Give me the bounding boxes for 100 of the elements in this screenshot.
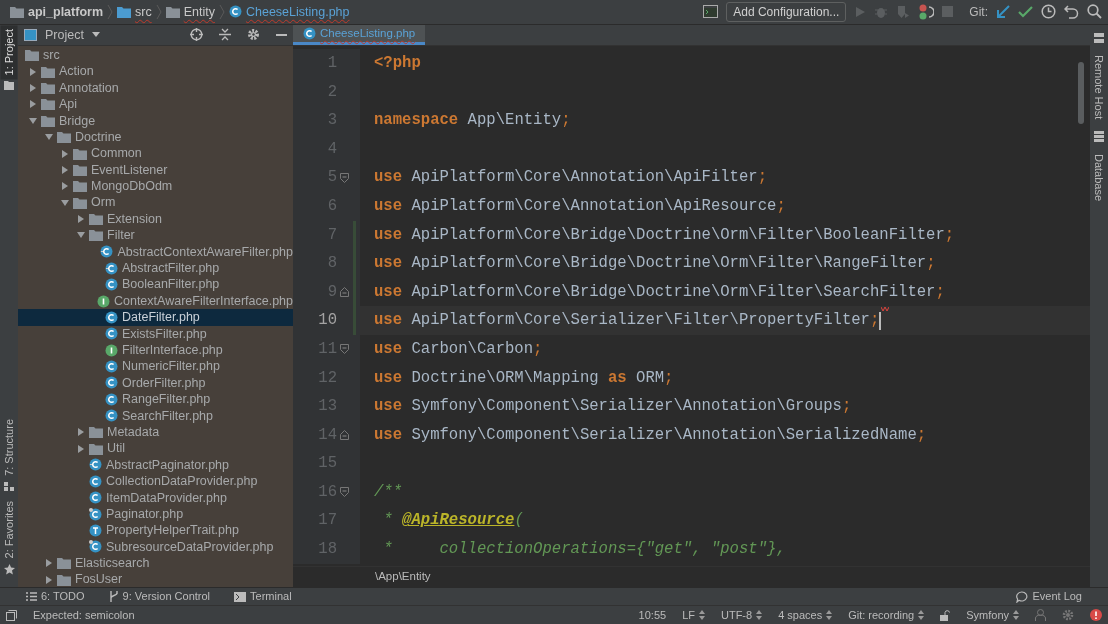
scrollbar-thumb[interactable]	[1078, 61, 1084, 124]
file-tree-item[interactable]: SubresourceDataProvider.php	[18, 538, 293, 556]
terminal-icon	[234, 591, 247, 602]
file-tree-item[interactable]: AbstractPaginator.php	[18, 456, 293, 474]
collapsed-arrow-icon[interactable]	[77, 215, 85, 224]
folder-tree-item[interactable]: MongoDbOdm	[18, 178, 293, 195]
chevron-icon	[155, 5, 162, 19]
file-tree-item[interactable]: AbstractContextAwareFilter.php	[18, 243, 293, 261]
folder-tree-item[interactable]: Api	[18, 96, 293, 113]
error-alert-icon[interactable]	[1090, 609, 1102, 621]
tool-window-button[interactable]: 6: TODO	[26, 588, 85, 605]
breadcrumb-item[interactable]: src	[135, 2, 152, 22]
fold-marker-icon[interactable]	[339, 344, 349, 355]
folder-tree-item[interactable]: Action	[18, 63, 293, 80]
fold-marker-icon[interactable]	[339, 487, 349, 498]
crosshair-icon[interactable]	[190, 28, 203, 42]
breadcrumb-item[interactable]: \App\Entity	[375, 568, 431, 586]
tool-window-tab[interactable]: 1: Project	[0, 24, 18, 80]
folder-tree-item[interactable]: Elasticsearch	[18, 555, 293, 572]
folder-tree-item[interactable]: Metadata	[18, 423, 293, 441]
folder-tree-item[interactable]: Extension	[18, 210, 293, 228]
file-tree-item[interactable]: DateFilter.php	[18, 309, 293, 326]
collapsed-arrow-icon[interactable]	[77, 444, 85, 453]
folder-tree-item[interactable]: Doctrine	[18, 128, 293, 146]
settings-icon[interactable]	[1062, 609, 1074, 621]
clock-icon[interactable]	[1041, 4, 1056, 20]
expanded-arrow-icon[interactable]	[77, 231, 85, 240]
file-tree-item[interactable]: ExistsFilter.php	[18, 325, 293, 342]
collapsed-arrow-icon[interactable]	[61, 182, 69, 191]
checkmark-icon[interactable]	[1018, 6, 1033, 18]
folder-tree-item[interactable]: Orm	[18, 194, 293, 211]
collapse-all-icon[interactable]	[219, 28, 231, 42]
folder-tree-item[interactable]: Common	[18, 145, 293, 162]
folder-tree-item[interactable]: Bridge	[18, 112, 293, 129]
collapsed-arrow-icon[interactable]	[29, 100, 37, 109]
fold-marker-icon[interactable]	[339, 287, 349, 297]
folder-tree-item[interactable]: EventListener	[18, 161, 293, 179]
tool-window-button[interactable]: Terminal	[234, 588, 292, 605]
tool-window-tab[interactable]: 7: Structure	[0, 414, 18, 480]
file-tree-item[interactable]: PropertyHelperTrait.php	[18, 522, 293, 539]
file-tree-item[interactable]: NumericFilter.php	[18, 358, 293, 375]
status-bar-widget[interactable]: UTF-8	[720, 606, 763, 624]
fold-marker-icon[interactable]	[339, 430, 349, 440]
folder-tree-item[interactable]: src	[18, 46, 293, 64]
collapsed-arrow-icon[interactable]	[45, 575, 53, 584]
status-bar-widget[interactable]: Symfony	[966, 606, 1019, 624]
project-view-selector[interactable]: Project	[45, 25, 84, 45]
file-tree-item[interactable]: CollectionDataProvider.php	[18, 473, 293, 490]
file-tree-item[interactable]: Paginator.php	[18, 505, 293, 523]
folder-tree-item[interactable]: Annotation	[18, 79, 293, 97]
event-log-button[interactable]: Event Log	[1016, 588, 1082, 605]
person-icon[interactable]	[1035, 609, 1046, 621]
breadcrumb-item[interactable]: api_platform	[28, 2, 103, 22]
tool-window-button[interactable]: 9: Version Control	[108, 588, 211, 605]
terminal-window-icon[interactable]	[703, 5, 719, 19]
file-tree-item[interactable]: OrderFilter.php	[18, 374, 293, 392]
settings-icon[interactable]	[247, 28, 260, 42]
collapsed-arrow-icon[interactable]	[61, 165, 69, 174]
folder-tree-item[interactable]: FosUser	[18, 571, 293, 588]
breadcrumb-item[interactable]: CheeseListing.php	[245, 2, 350, 22]
file-tree-item[interactable]: FilterInterface.php	[18, 342, 293, 359]
rerun-icon[interactable]	[918, 4, 935, 20]
expanded-arrow-icon[interactable]	[29, 116, 37, 125]
collapsed-arrow-icon[interactable]	[45, 559, 53, 568]
minimize-icon[interactable]	[276, 33, 287, 36]
file-tree-item[interactable]: RangeFilter.php	[18, 391, 293, 408]
code-line: * @ApiResource(	[382, 510, 524, 532]
dropdown-caret-icon[interactable]	[91, 32, 100, 38]
breadcrumb-item[interactable]: Entity	[183, 2, 215, 22]
editor-tab[interactable]: CheeseListing.php	[293, 24, 426, 45]
folder-tree-item[interactable]: Filter	[18, 227, 293, 244]
search-icon[interactable]	[1087, 4, 1102, 20]
class-file-icon	[89, 540, 102, 554]
add-configuration-button[interactable]: Add Configuration...	[726, 2, 847, 22]
unlocked-padlock-icon[interactable]	[940, 609, 951, 621]
up-down-arrows-icon	[1013, 610, 1019, 620]
fold-marker-icon[interactable]	[339, 172, 349, 183]
folder-tree-item[interactable]: Util	[18, 440, 293, 457]
file-tree-item[interactable]: ContextAwareFilterInterface.php	[18, 292, 293, 310]
file-tree-item[interactable]: SearchFilter.php	[18, 407, 293, 424]
file-tree-item[interactable]: ItemDataProvider.php	[18, 489, 293, 506]
tool-window-tab[interactable]: Remote Host	[1090, 50, 1108, 124]
status-bar-widget[interactable]: LF	[682, 606, 705, 624]
file-tree-item[interactable]: AbstractFilter.php	[18, 260, 293, 277]
update-arrow-icon[interactable]	[996, 5, 1010, 19]
status-bar-widget[interactable]: Git: recording	[848, 606, 925, 624]
folder-icon	[41, 81, 55, 94]
undo-icon[interactable]	[1064, 5, 1079, 19]
collapsed-arrow-icon[interactable]	[29, 83, 37, 92]
file-tree-item[interactable]: BooleanFilter.php	[18, 276, 293, 293]
collapsed-arrow-icon[interactable]	[77, 428, 85, 437]
panel-toggle-icon[interactable]	[6, 609, 17, 621]
collapsed-arrow-icon[interactable]	[29, 67, 37, 76]
tool-window-tab[interactable]: 2: Favorites	[0, 496, 18, 563]
tool-window-tab[interactable]: Database	[1090, 150, 1108, 206]
expanded-arrow-icon[interactable]	[45, 133, 53, 142]
collapsed-arrow-icon[interactable]	[61, 149, 69, 158]
caret-position[interactable]: 10:55	[638, 606, 667, 624]
expanded-arrow-icon[interactable]	[61, 198, 69, 207]
status-bar-widget[interactable]: 4 spaces	[778, 606, 833, 624]
